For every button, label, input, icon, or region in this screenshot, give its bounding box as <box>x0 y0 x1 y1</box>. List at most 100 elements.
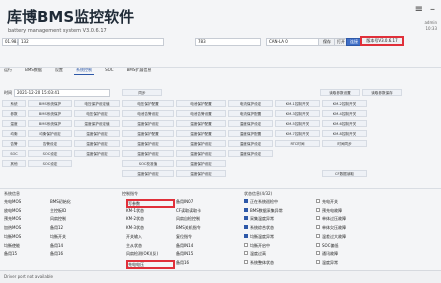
status-checkbox[interactable] <box>244 199 248 203</box>
control-command-button[interactable]: 复位指令 <box>176 234 221 239</box>
status-checkbox[interactable] <box>244 233 248 238</box>
grid-button[interactable]: 均衡 <box>2 130 26 137</box>
grid-button[interactable]: SOC校准值 <box>122 160 174 167</box>
system-info-item: 均衡开关 <box>50 233 66 239</box>
grid-button[interactable]: KM-8控制开关 <box>322 130 367 137</box>
grid-button[interactable]: 温度保护设定 <box>74 130 120 137</box>
grid-button[interactable]: 温度保护设定 <box>176 170 226 177</box>
grid-button[interactable]: 电压保护配置 <box>122 100 174 107</box>
grid-button[interactable]: 电压保护设定值 <box>74 100 120 107</box>
grid-button[interactable]: RTC时间 <box>275 140 320 147</box>
status-checkbox[interactable] <box>316 251 320 256</box>
grid-button[interactable]: BMS系统保护 <box>28 100 72 107</box>
grid-button[interactable]: 温度保护设定 <box>228 120 273 127</box>
control-command-button[interactable]: 充电电压 <box>126 259 175 269</box>
grid-button[interactable]: 温度保护设定 <box>122 120 174 127</box>
grid-button[interactable]: 温度保护设定值 <box>74 120 120 127</box>
time-input[interactable]: 2021-12-20 15:03:41 <box>14 89 110 97</box>
status-checkbox[interactable] <box>244 242 248 247</box>
grid-button[interactable]: 温度保护设定 <box>122 140 174 147</box>
version-button[interactable]: 版本号V3.0.6.17 <box>360 36 404 46</box>
grid-button[interactable]: 温度保护设定 <box>228 150 273 157</box>
grid-button[interactable]: KM-4控制开关 <box>322 110 367 117</box>
control-command-button[interactable]: 风扇自检控制 <box>176 216 221 221</box>
status-checkbox[interactable] <box>316 259 320 264</box>
status-checkbox[interactable] <box>316 216 320 221</box>
status-checkbox[interactable] <box>244 259 248 264</box>
grid-button[interactable]: 电池告警设置 <box>176 110 226 117</box>
grid-button[interactable]: SOC <box>2 150 26 157</box>
grid-button[interactable]: KM-2控制开关 <box>322 100 367 107</box>
grid-button[interactable]: 电流保护配置 <box>228 110 273 117</box>
control-command-button[interactable]: 写参数 <box>126 199 175 208</box>
status-checkbox[interactable] <box>244 251 248 256</box>
minimize-icon[interactable]: ≡ <box>415 4 423 15</box>
sync-time-button[interactable]: 同步 <box>122 89 162 96</box>
status-checkbox[interactable] <box>316 242 320 247</box>
grid-button[interactable]: KM-1控制开关 <box>275 100 320 107</box>
port-input[interactable]: 132 <box>18 38 164 46</box>
grid-button[interactable]: KM-3控制开关 <box>275 110 320 117</box>
grid-button[interactable]: 参数 <box>2 110 26 117</box>
control-command-button[interactable]: 备用16 <box>176 260 221 265</box>
save-params-button[interactable]: 读取参数保存 <box>362 89 402 96</box>
status-item: 温差过大故障 <box>322 233 346 239</box>
status-item: BMS数据采集异常 <box>250 207 283 213</box>
control-command-button[interactable]: KM-1状态 <box>126 208 171 213</box>
control-command-button[interactable]: KM-2状态 <box>126 216 171 221</box>
status-checkbox[interactable] <box>316 225 320 230</box>
status-checkbox[interactable] <box>316 233 320 238</box>
grid-button[interactable]: 温度保护设定 <box>176 160 226 167</box>
grid-button[interactable]: BMS系统保护 <box>28 110 72 117</box>
grid-button[interactable]: 系统 <box>2 100 26 107</box>
grid-button[interactable]: 电池保护配置 <box>176 100 226 107</box>
protocol-select[interactable]: CAN-LA 0 <box>266 38 320 46</box>
grid-button[interactable]: 告警 <box>2 140 26 147</box>
grid-button[interactable]: 温度保护配置 <box>176 130 226 137</box>
control-command-button[interactable]: CF读取读取卡 <box>176 208 221 213</box>
grid-button[interactable]: 温度保护设定 <box>228 140 273 147</box>
baud-input[interactable]: 783 <box>195 38 261 46</box>
status-checkbox[interactable] <box>244 225 248 230</box>
grid-button[interactable]: SOC设定 <box>28 150 72 157</box>
system-info-title: 系统信息 <box>4 191 20 196</box>
grid-button[interactable]: 电池告警设定 <box>122 110 174 117</box>
control-command-button[interactable]: 备用IN07 <box>176 199 221 204</box>
status-checkbox[interactable] <box>244 216 248 221</box>
grid-button[interactable]: CF数据读取 <box>322 170 367 177</box>
control-command-button[interactable]: 备用IN15 <box>176 251 221 256</box>
grid-button[interactable]: 温度保护配置 <box>228 130 273 137</box>
control-command-button[interactable]: 风扇检测(OK)(反) <box>126 251 171 256</box>
grid-button[interactable]: 温度保护设定 <box>122 150 174 157</box>
grid-button[interactable]: 温度保护设定 <box>176 150 226 157</box>
control-command-button[interactable]: 主从状态 <box>126 243 171 248</box>
grid-button[interactable]: 时间同步 <box>322 140 367 147</box>
control-command-button[interactable]: BMS关机指令 <box>176 225 221 230</box>
status-checkbox[interactable] <box>244 207 248 212</box>
read-params-button[interactable]: 读取参数设置 <box>320 89 360 96</box>
app-title: 库博BMS监控软件 <box>7 8 135 26</box>
control-command-button[interactable]: 备用IN14 <box>176 243 221 248</box>
grid-button[interactable]: 温度保护配置 <box>176 120 226 127</box>
grid-button[interactable]: 温度保护配置 <box>122 130 174 137</box>
control-command-button[interactable]: KM-3状态 <box>126 225 171 230</box>
status-checkbox[interactable] <box>316 199 320 203</box>
grid-button[interactable]: 温度保护设定 <box>74 150 120 157</box>
grid-button[interactable]: 告警设定 <box>28 140 72 147</box>
grid-button[interactable]: BMS系统保护 <box>28 120 72 127</box>
grid-button[interactable]: 温度保护设定 <box>74 140 120 147</box>
grid-button[interactable]: 温度 <box>2 120 26 127</box>
grid-button[interactable]: KM-5控制开关 <box>275 120 320 127</box>
grid-button[interactable]: 均衡保护设定 <box>28 130 72 137</box>
grid-button[interactable]: KM-6控制开关 <box>322 120 367 127</box>
grid-button[interactable]: 电压保护设定 <box>74 110 120 117</box>
close-icon[interactable]: – <box>430 4 435 15</box>
grid-button[interactable]: KM-7控制开关 <box>275 130 320 137</box>
status-checkbox[interactable] <box>316 207 320 212</box>
control-command-button[interactable]: 开关输入 <box>126 234 171 239</box>
grid-button[interactable]: SOC设定 <box>28 160 72 167</box>
grid-button[interactable]: 温度保护设定 <box>122 170 174 177</box>
grid-button[interactable]: 温度保护设定 <box>176 140 226 147</box>
grid-button[interactable]: 其他 <box>2 160 26 167</box>
grid-button[interactable]: 电流保护设定 <box>228 100 273 107</box>
